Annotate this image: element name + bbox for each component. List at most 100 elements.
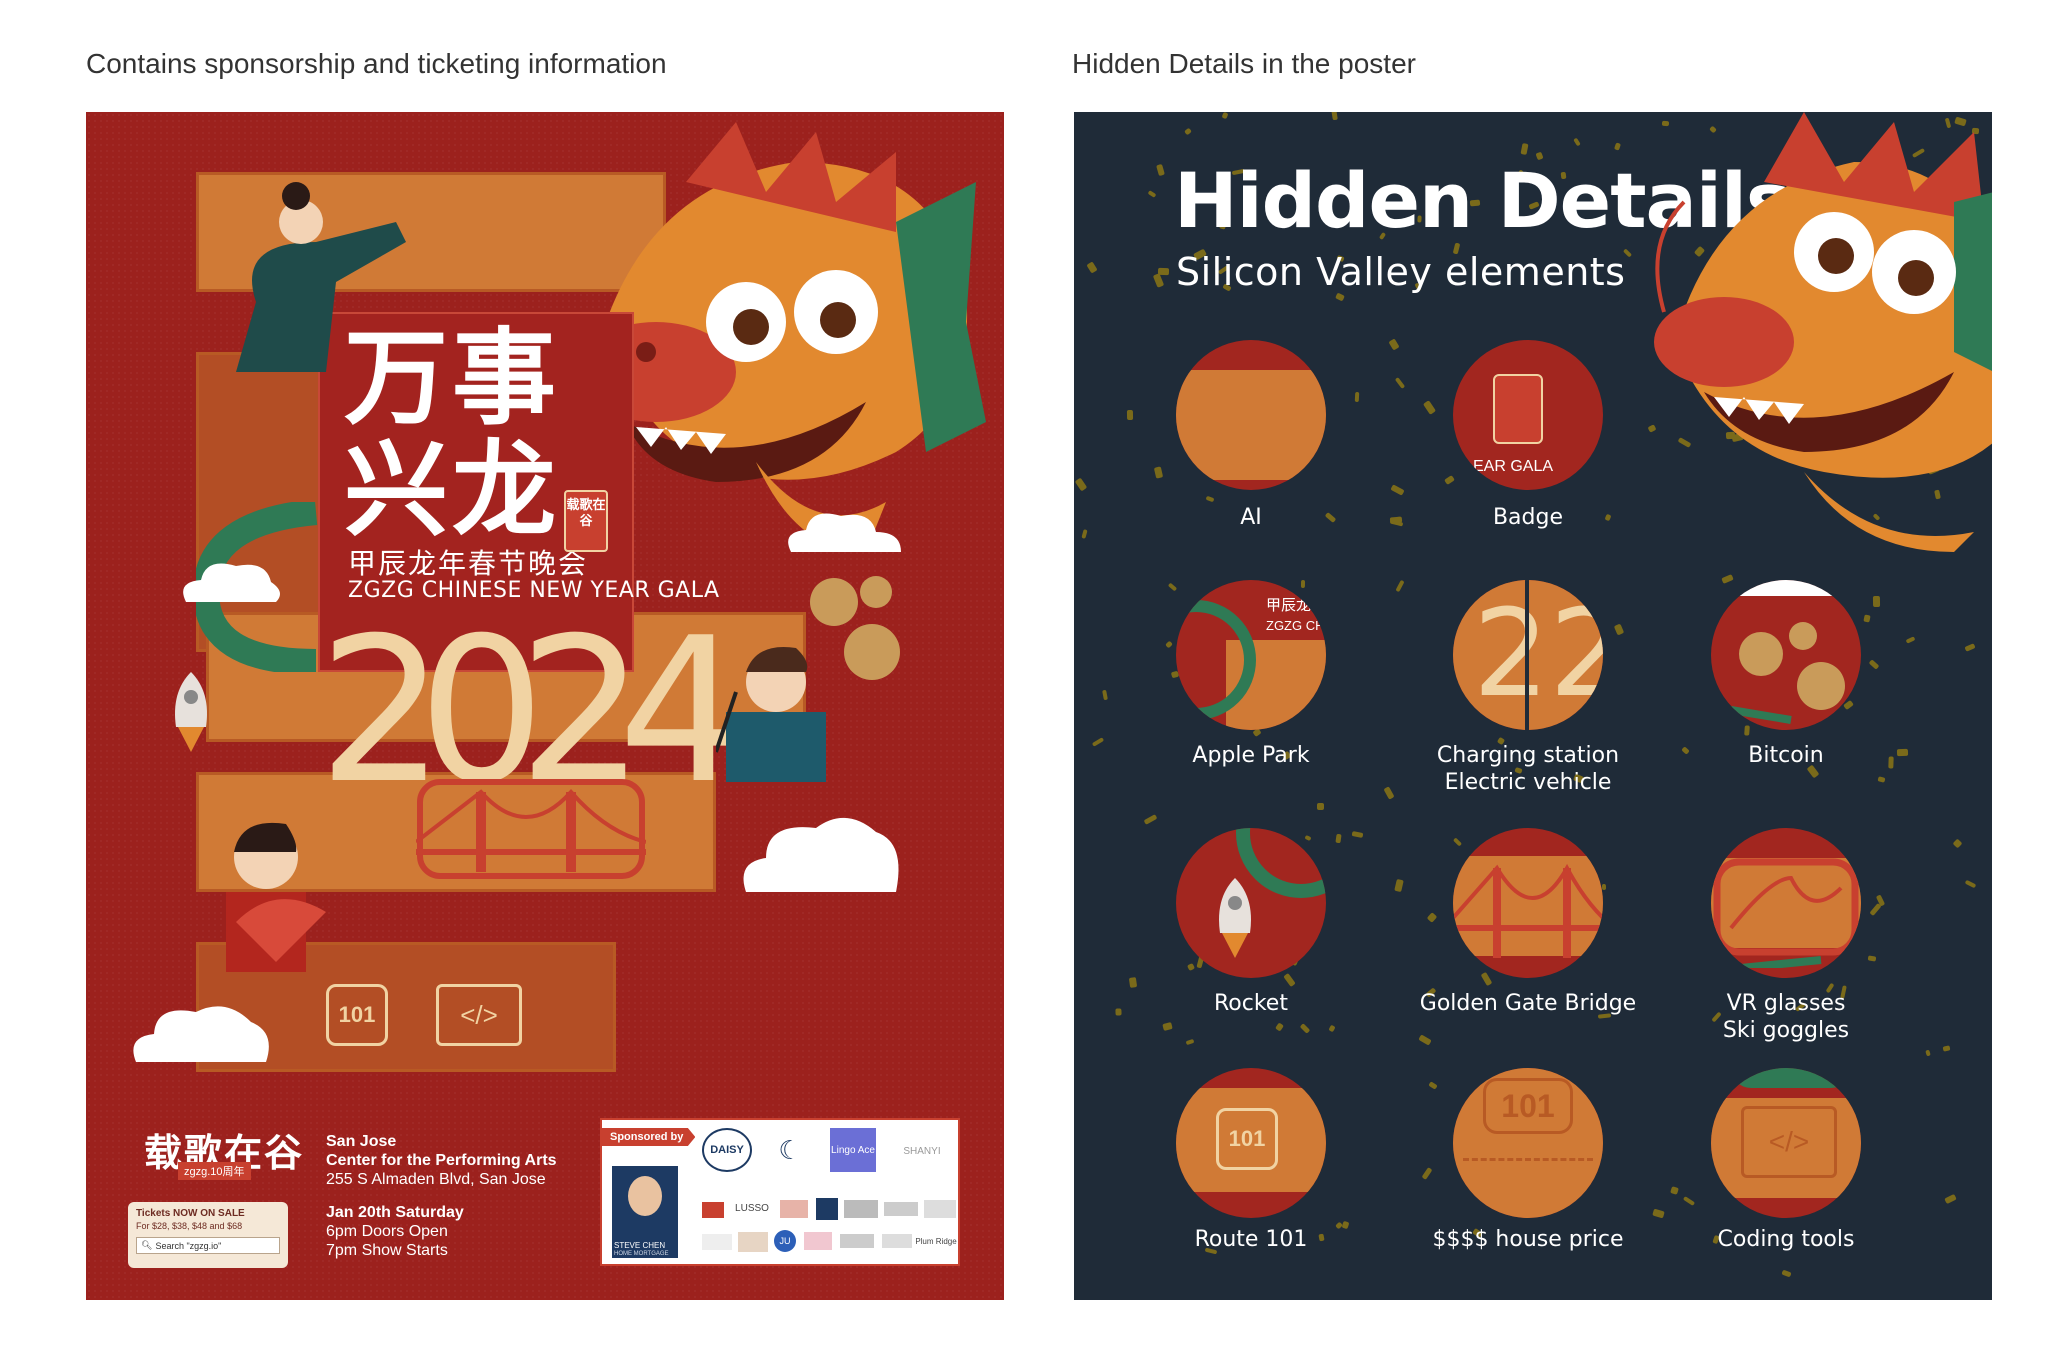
- confetti-piece: [1613, 623, 1625, 636]
- confetti-piece: [1781, 1269, 1792, 1278]
- confetti-piece: [1394, 878, 1404, 893]
- ticket-search-box[interactable]: 🔍︎ Search "zgzg.io": [136, 1237, 280, 1254]
- caption-left: Contains sponsorship and ticketing infor…: [86, 48, 667, 79]
- confetti-piece: [1452, 837, 1463, 847]
- event-date: Jan 20th Saturday: [326, 1204, 464, 1221]
- confetti-piece: [1299, 1023, 1311, 1034]
- confetti-piece: [1652, 1208, 1665, 1219]
- detail-circle-route-101[interactable]: 101: [1176, 1068, 1326, 1218]
- venue-info: San Jose Center for the Performing Arts …: [326, 1132, 557, 1260]
- confetti-piece: [1102, 689, 1108, 701]
- sponsor-logo-4: [844, 1200, 878, 1218]
- confetti-piece: [1184, 127, 1192, 136]
- sponsor-logo-3: [816, 1198, 838, 1220]
- confetti-piece: [1418, 1034, 1432, 1046]
- confetti-piece: [1335, 833, 1342, 844]
- confetti-piece: [1421, 1167, 1433, 1180]
- confetti-piece: [1074, 477, 1088, 492]
- confetti-piece: [1426, 912, 1438, 923]
- confetti-piece: [1205, 495, 1215, 503]
- route-101-sign: 101: [1483, 1078, 1573, 1134]
- detail-circle-bitcoin[interactable]: [1711, 580, 1861, 730]
- poster-hidden-details: Hidden Details Silicon Valley elements A…: [1074, 112, 1992, 1300]
- detail-label-ai: AI: [1240, 505, 1262, 530]
- detail-label-charging: Charging station Electric vehicle: [1436, 743, 1620, 795]
- caption-right: Hidden Details in the poster: [1072, 48, 1416, 79]
- sponsor-person-card: STEVE CHEN HOME MORTGAGE: [612, 1166, 678, 1258]
- confetti-piece: [1317, 803, 1324, 810]
- ticket-headline: Tickets NOW ON SALE: [136, 1208, 245, 1219]
- cloud-icon: [183, 563, 280, 602]
- detail-circle-vr-glasses[interactable]: [1711, 828, 1861, 978]
- golden-gate-bridge-icon: [1453, 863, 1603, 958]
- confetti-piece: [1351, 830, 1364, 839]
- confetti-piece: [1162, 1022, 1173, 1031]
- confetti-piece: [1952, 838, 1963, 849]
- confetti-piece: [1964, 643, 1976, 652]
- detail-label-rocket: Rocket: [1214, 991, 1288, 1016]
- sponsor-logo-lusso: LUSSO: [735, 1202, 769, 1214]
- confetti-piece: [1925, 1049, 1931, 1057]
- poster-main: 万事 兴龙 甲辰龙年春节晚会 ZGZG CHINESE NEW YEAR GAL…: [86, 112, 1004, 1300]
- confetti-piece: [1126, 409, 1134, 421]
- code-window-icon: </>: [1741, 1106, 1837, 1178]
- confetti-piece: [1905, 636, 1916, 644]
- confetti-piece: [1444, 475, 1455, 485]
- cloud-icon: [743, 817, 899, 892]
- confetti-piece: [1390, 484, 1405, 496]
- headline-line-2: 兴龙: [344, 429, 561, 551]
- sponsor-logo-6: [924, 1200, 956, 1218]
- confetti-piece: [1872, 595, 1881, 608]
- detail-circle-coding[interactable]: </>: [1711, 1068, 1861, 1218]
- cloud-icon: [788, 513, 901, 552]
- sponsor-logo-1: [702, 1202, 724, 1218]
- confetti-piece: [1480, 971, 1493, 987]
- confetti-piece: [1185, 1038, 1195, 1046]
- venue-name: Center for the Performing Arts: [326, 1152, 557, 1169]
- sponsor-logo-11: [882, 1234, 912, 1248]
- badge-gala-text: EAR GALA: [1473, 458, 1554, 475]
- golden-gate-bridge-icon: [416, 779, 646, 879]
- detail-circle-house-price[interactable]: 101: [1453, 1068, 1603, 1218]
- detail-label-vr-glasses: VR glasses Ski goggles: [1722, 991, 1850, 1043]
- ticket-card[interactable]: Tickets NOW ON SALE For $28, $38, $48 an…: [128, 1202, 288, 1268]
- confetti-piece: [1300, 579, 1306, 589]
- confetti-piece: [1868, 659, 1880, 670]
- confetti-piece: [1422, 400, 1437, 415]
- detail-circle-golden-gate[interactable]: [1453, 828, 1603, 978]
- sponsor-logo-10: [840, 1234, 874, 1248]
- route-101-sign: 101: [1216, 1108, 1278, 1170]
- sponsor-logo-plumridge: Plum Ridge: [915, 1236, 957, 1246]
- seal-badge: 载歌在谷: [564, 490, 608, 552]
- confetti-piece: [1394, 377, 1406, 389]
- detail-label-route-101: Route 101: [1194, 1227, 1308, 1252]
- avatar: [628, 1176, 662, 1216]
- confetti-piece: [1143, 814, 1158, 825]
- sponsor-logo-8: [738, 1232, 768, 1252]
- ticket-search-text: Search "zgzg.io": [155, 1240, 222, 1251]
- confetti-piece: [1328, 1024, 1336, 1033]
- confetti-piece: [1152, 273, 1165, 288]
- ticket-prices: For $28, $38, $48 and $68: [136, 1221, 243, 1231]
- rocket-icon: [1219, 878, 1251, 958]
- sponsor-logo-daisy: DAISY: [702, 1128, 752, 1172]
- confetti-piece: [1520, 143, 1529, 155]
- detail-circle-apple-park[interactable]: 甲辰龙 ZGZG CH: [1176, 580, 1326, 730]
- confetti-piece: [1091, 737, 1105, 747]
- confetti-piece: [1942, 1045, 1951, 1052]
- detail-circle-rocket[interactable]: [1176, 828, 1326, 978]
- detail-circle-ai[interactable]: [1176, 340, 1326, 490]
- confetti-piece: [1867, 955, 1877, 962]
- confetti-piece: [1221, 112, 1229, 120]
- confetti-piece: [1283, 972, 1296, 988]
- confetti-piece: [1156, 163, 1165, 177]
- detail-circle-badge[interactable]: EAR GALA: [1453, 340, 1603, 490]
- confetti-piece: [1157, 267, 1170, 276]
- sponsor-logo-arc: ☾︎: [778, 1134, 802, 1165]
- route-101-sign: 101: [326, 984, 388, 1046]
- confetti-piece: [1383, 786, 1395, 800]
- confetti-piece: [1186, 962, 1196, 972]
- dragon-illustration: [1654, 112, 1992, 552]
- detail-circle-charging[interactable]: 22: [1453, 580, 1603, 730]
- confetti-piece: [1869, 902, 1882, 917]
